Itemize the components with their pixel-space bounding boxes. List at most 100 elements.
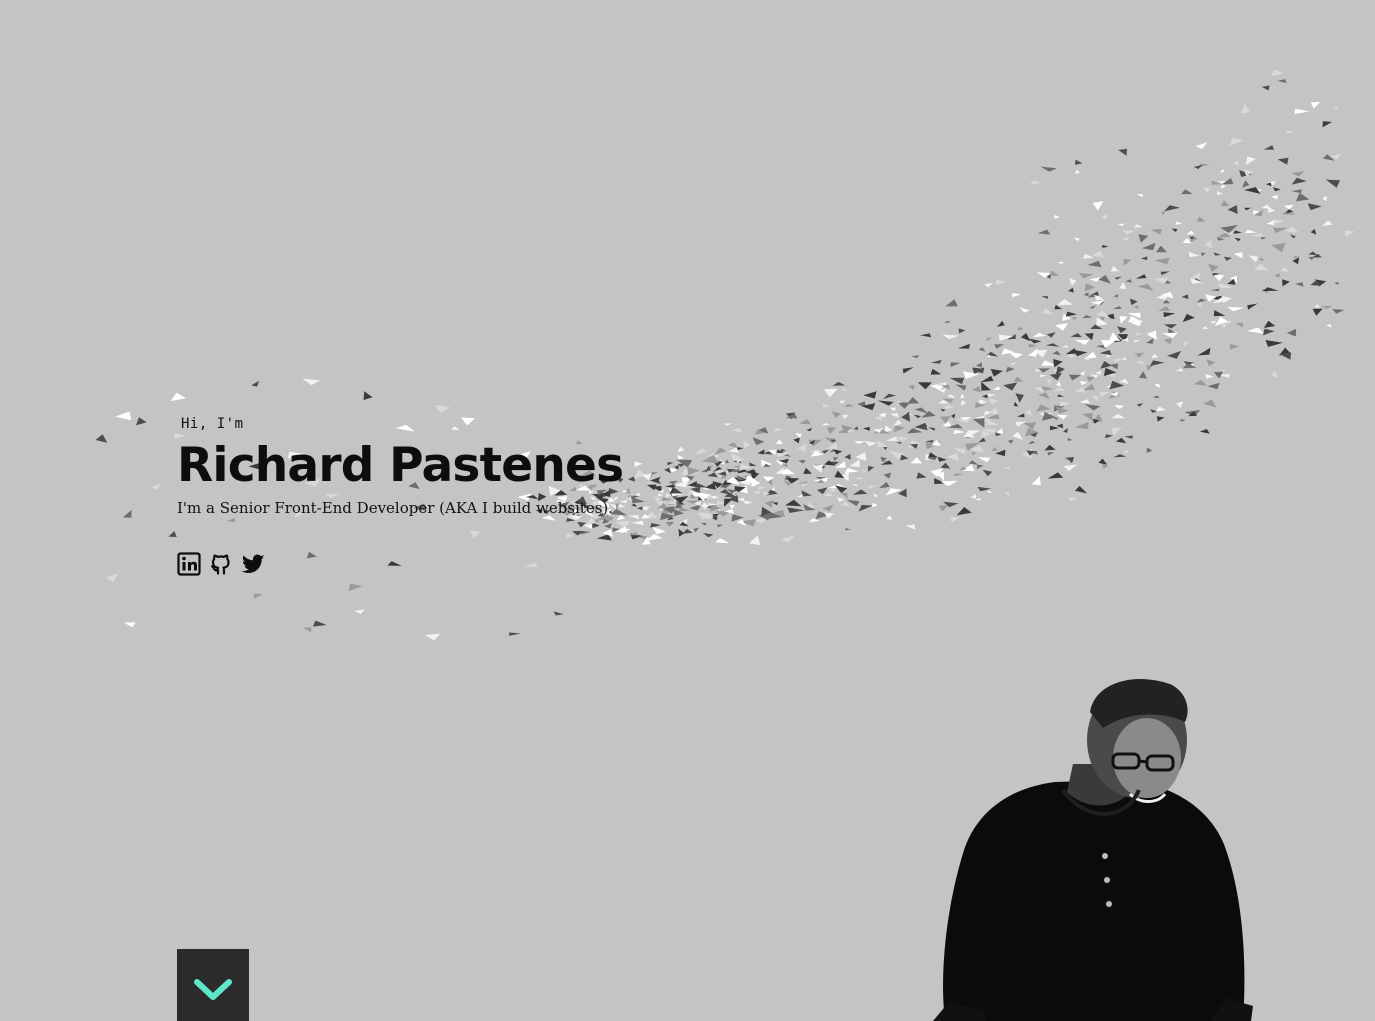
paper-plane — [1344, 230, 1356, 238]
paper-plane — [1108, 332, 1121, 341]
paper-plane — [553, 611, 564, 616]
paper-plane — [1134, 352, 1145, 358]
paper-plane — [823, 492, 834, 497]
paper-plane — [840, 492, 848, 499]
paper-plane — [628, 515, 639, 520]
paper-plane — [1063, 428, 1068, 433]
paper-plane — [801, 483, 808, 487]
paper-plane — [1229, 343, 1240, 350]
paper-plane — [1133, 305, 1139, 309]
paper-plane — [1028, 343, 1038, 348]
paper-plane — [937, 456, 947, 462]
paper-plane — [1277, 157, 1289, 165]
paper-plane — [901, 411, 910, 422]
paper-plane — [1202, 326, 1209, 329]
paper-plane — [1279, 266, 1290, 272]
paper-plane — [812, 464, 823, 473]
paper-plane — [106, 573, 119, 583]
paper-plane — [877, 440, 889, 448]
paper-plane — [1081, 413, 1093, 421]
scroll-down-button[interactable] — [177, 949, 249, 1021]
paper-plane — [852, 489, 868, 495]
paper-plane — [1182, 237, 1192, 244]
linkedin-link[interactable] — [177, 552, 201, 576]
paper-plane — [1125, 279, 1132, 283]
paper-plane — [1332, 105, 1340, 110]
paper-plane — [1102, 244, 1109, 248]
paper-plane — [1046, 332, 1056, 338]
paper-plane — [1005, 491, 1010, 497]
twitter-icon — [241, 554, 265, 573]
paper-plane — [1074, 339, 1090, 345]
paper-plane — [1310, 228, 1317, 235]
paper-plane — [942, 334, 959, 340]
paper-plane — [1310, 101, 1321, 109]
paper-plane — [1321, 305, 1333, 309]
paper-plane — [646, 533, 663, 541]
paper-plane — [302, 378, 321, 386]
paper-plane — [1078, 399, 1091, 404]
paper-plane — [302, 627, 312, 633]
paper-plane — [978, 347, 986, 352]
paper-plane — [985, 413, 1000, 419]
paper-plane — [1136, 403, 1143, 407]
paper-plane — [826, 427, 837, 435]
paper-plane — [1193, 164, 1203, 170]
paper-plane — [628, 532, 637, 536]
paper-plane — [1101, 214, 1107, 219]
paper-plane — [682, 528, 693, 534]
paper-plane — [919, 333, 932, 338]
paper-plane — [1265, 340, 1283, 347]
paper-plane — [1046, 378, 1052, 385]
paper-plane — [743, 440, 751, 449]
twitter-link[interactable] — [241, 552, 265, 576]
paper-plane — [1284, 226, 1299, 233]
paper-plane — [940, 462, 951, 469]
paper-plane — [1038, 392, 1050, 400]
paper-plane — [773, 428, 784, 433]
linkedin-icon — [177, 552, 201, 576]
paper-plane — [1104, 434, 1114, 439]
paper-plane — [801, 490, 812, 497]
paper-plane — [849, 459, 860, 467]
paper-plane — [625, 495, 632, 501]
paper-plane — [1019, 307, 1030, 313]
paper-plane — [1013, 401, 1019, 407]
paper-plane — [1164, 205, 1181, 212]
paper-plane — [1111, 413, 1126, 419]
paper-plane — [689, 503, 704, 511]
github-link[interactable] — [209, 552, 233, 576]
paper-plane — [1089, 305, 1097, 309]
paper-plane — [1114, 404, 1125, 409]
paper-plane — [982, 469, 993, 477]
paper-plane — [844, 468, 859, 473]
paper-plane — [1291, 171, 1305, 177]
paper-plane — [958, 328, 966, 334]
paper-plane — [981, 394, 988, 399]
paper-plane — [1188, 251, 1200, 258]
paper-plane — [757, 486, 766, 490]
paper-plane — [984, 283, 993, 288]
paper-plane — [785, 499, 802, 507]
paper-plane — [749, 535, 761, 546]
paper-plane — [1286, 130, 1294, 134]
paper-plane — [885, 436, 898, 441]
paper-plane — [631, 520, 644, 526]
paper-plane — [914, 407, 929, 414]
paper-plane — [874, 415, 884, 421]
paper-plane — [1073, 237, 1080, 242]
paper-plane — [1099, 349, 1112, 356]
paper-plane — [842, 414, 850, 419]
paper-plane — [1113, 454, 1127, 458]
paper-plane — [1123, 259, 1132, 266]
paper-plane — [1056, 381, 1061, 387]
paper-plane — [1015, 421, 1026, 427]
paper-plane — [1134, 224, 1143, 228]
paper-plane — [1210, 288, 1220, 292]
paper-plane — [883, 472, 892, 479]
paper-plane — [1271, 370, 1279, 378]
paper-plane — [1182, 341, 1189, 347]
paper-plane — [787, 507, 805, 513]
paper-plane — [1205, 294, 1217, 302]
paper-plane — [1128, 312, 1141, 319]
